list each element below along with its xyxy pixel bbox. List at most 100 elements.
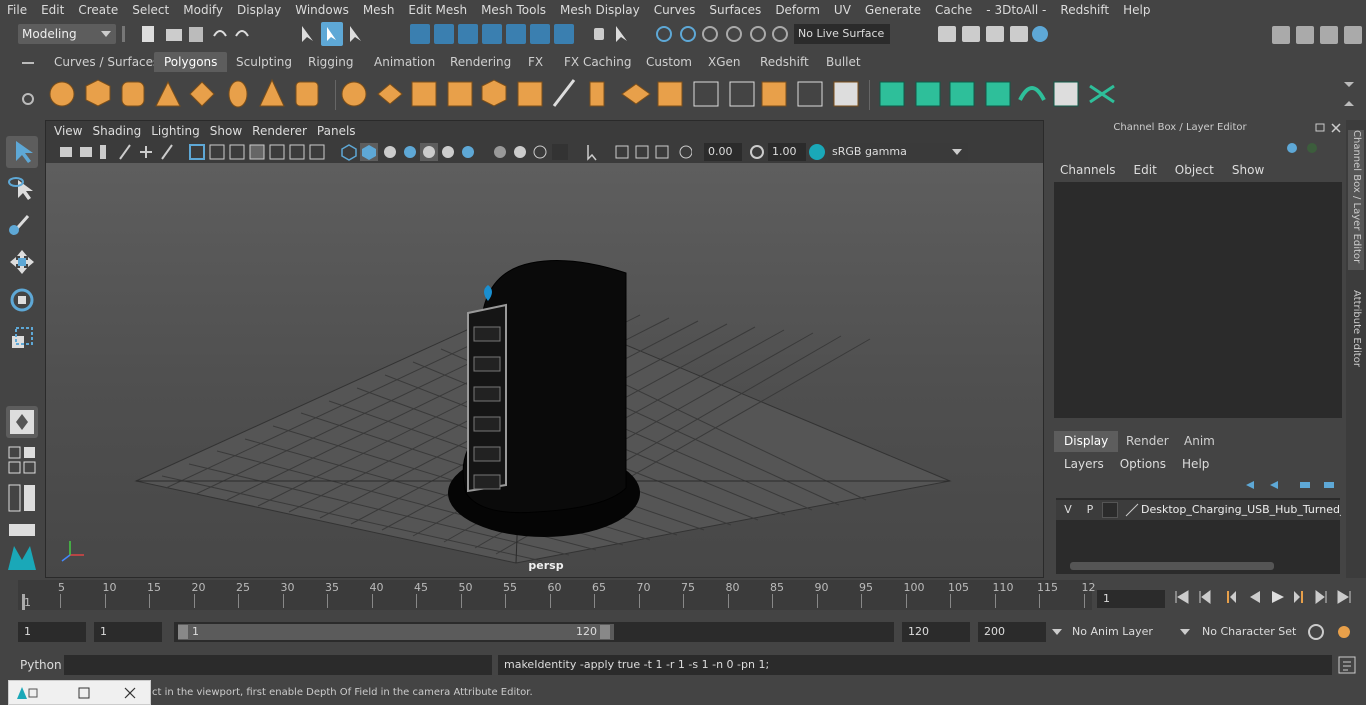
playback-controls[interactable] [1172,588,1362,606]
menu-cache[interactable]: Cache [928,0,979,20]
layer-menu-layers[interactable]: Layers [1058,455,1114,473]
menu-modify[interactable]: Modify [176,0,230,20]
viewport-menu-view[interactable]: View [52,121,90,141]
snap-icons[interactable] [654,22,794,48]
menu-mesh[interactable]: Mesh [356,0,402,20]
menu-mesh-tools[interactable]: Mesh Tools [474,0,553,20]
shelf-tab-custom[interactable]: Custom [636,52,702,72]
range-slider-end-handle[interactable] [600,625,610,639]
3d-viewport[interactable]: persp [46,163,1043,577]
display-toggle-icons[interactable] [188,143,338,161]
color-space-dropdown[interactable]: sRGB gamma [828,143,968,161]
menu-generate[interactable]: Generate [858,0,928,20]
command-input[interactable] [64,655,492,675]
mode-selector[interactable]: Modeling [18,24,116,44]
range-slider-bar[interactable] [178,624,614,640]
component-mask-icons[interactable] [390,22,630,48]
channel-box-icons[interactable] [1284,140,1324,156]
viewport-menu-panels[interactable]: Panels [315,121,364,141]
live-surface-field[interactable]: No Live Surface [794,24,890,44]
shelf-menu-icon[interactable] [8,56,48,112]
layer-menu-options[interactable]: Options [1114,455,1176,473]
viewport-menu-show[interactable]: Show [208,121,250,141]
menu-mesh-display[interactable]: Mesh Display [553,0,647,20]
select-tool-icon[interactable] [6,136,38,168]
time-slider[interactable]: 1 5 10 15 20 25 30 35 40 45 50 55 60 65 70 75 80 85 90 95 1… [18,580,1096,610]
current-frame-field[interactable]: 1 [1097,590,1165,608]
character-set-dropdown[interactable]: No Character Set [1180,622,1308,642]
shading-mode-icons[interactable] [340,143,580,161]
menu-redshift[interactable]: Redshift [1053,0,1116,20]
menu-edit[interactable]: Edit [34,0,71,20]
selection-mask-icons[interactable] [296,22,376,48]
menu-uv[interactable]: UV [827,0,858,20]
menu-windows[interactable]: Windows [288,0,356,20]
cb-menu-object[interactable]: Object [1169,160,1226,180]
shelf-tab-sculpting[interactable]: Sculpting [226,52,302,72]
layout-four-icon[interactable] [6,444,38,476]
shelf-tab-animation[interactable]: Animation [364,52,445,72]
render-icons[interactable] [936,22,1056,48]
file-tools-icons[interactable] [122,24,282,46]
shelf-tab-fx[interactable]: FX [518,52,553,72]
layer-name[interactable]: Desktop_Charging_USB_Hub_Turned_Off [1141,502,1341,518]
animation-start-field[interactable]: 1 [18,622,86,642]
menu-help[interactable]: Help [1116,0,1157,20]
gamma-icon[interactable] [748,143,766,161]
layer-row[interactable]: V P Desktop_Charging_USB_Hub_Turned_Off [1056,500,1341,520]
channel-box-area[interactable] [1054,182,1342,418]
layer-menu-help[interactable]: Help [1176,455,1219,473]
color-management-icon[interactable] [808,143,826,161]
layer-scrollbar[interactable] [1070,562,1274,570]
menu-3dtoall[interactable]: - 3DtoAll - [979,0,1053,20]
shelf-tab-rendering[interactable]: Rendering [440,52,521,72]
scale-tool-icon[interactable] [6,322,38,354]
shelf-tab-curves-surfaces[interactable]: Curves / Surfaces [44,52,169,72]
range-slider-start-handle[interactable] [178,625,188,639]
move-tool-icon[interactable] [6,246,38,278]
menu-file[interactable]: File [0,0,34,20]
menu-create[interactable]: Create [71,0,125,20]
animation-end-field[interactable]: 200 [978,622,1046,642]
command-language-toggle[interactable]: Python [20,656,62,674]
menu-display[interactable]: Display [230,0,288,20]
shelf-tab-bullet[interactable]: Bullet [816,52,871,72]
viewport-menu-shading[interactable]: Shading [90,121,149,141]
menu-select[interactable]: Select [125,0,176,20]
menu-edit-mesh[interactable]: Edit Mesh [401,0,474,20]
layer-visibility-toggle[interactable]: V [1060,502,1076,518]
shelf-tab-fx-caching[interactable]: FX Caching [554,52,641,72]
shelf-tab-xgen[interactable]: XGen [698,52,751,72]
playback-start-field[interactable]: 1 [94,622,162,642]
viewport-menu-lighting[interactable]: Lighting [149,121,208,141]
panel-window-icons[interactable] [1314,122,1344,134]
shelf-tab-rigging[interactable]: Rigging [298,52,363,72]
cb-menu-channels[interactable]: Channels [1054,160,1128,180]
layer-display-type[interactable] [1102,502,1118,518]
layer-tab-display[interactable]: Display [1054,431,1119,452]
side-tab-channel-box[interactable]: Channel Box / Layer Editor [1348,130,1364,270]
rotate-tool-icon[interactable] [6,284,38,316]
polygon-shelf-icons[interactable] [44,76,1364,116]
side-tab-attribute-editor[interactable]: Attribute Editor [1348,290,1364,390]
anim-layer-dropdown[interactable]: No Anim Layer [1050,622,1178,642]
panel-toggle-icons[interactable] [1270,22,1366,48]
camera-tools-icons[interactable] [58,143,178,161]
layer-color-icon[interactable] [1124,502,1140,518]
layout-single-icon[interactable] [6,406,38,438]
window-control-icons[interactable] [15,685,145,701]
range-slider[interactable]: 1 120 [174,622,894,642]
shelf-tab-polygons[interactable]: Polygons [154,52,228,72]
menu-surfaces[interactable]: Surfaces [702,0,768,20]
viewport-menu-renderer[interactable]: Renderer [250,121,315,141]
gamma-field[interactable]: 1.00 [768,143,806,161]
shelf-tab-redshift[interactable]: Redshift [750,52,819,72]
layer-tab-render[interactable]: Render [1116,431,1179,452]
anim-prefs-icons[interactable] [1306,622,1358,642]
layer-action-icons[interactable] [1240,476,1340,494]
isolate-icons[interactable] [582,143,692,161]
layer-playback-toggle[interactable]: P [1082,502,1098,518]
cb-menu-show[interactable]: Show [1226,160,1276,180]
paint-select-tool-icon[interactable] [6,208,38,240]
lasso-tool-icon[interactable] [6,172,38,204]
